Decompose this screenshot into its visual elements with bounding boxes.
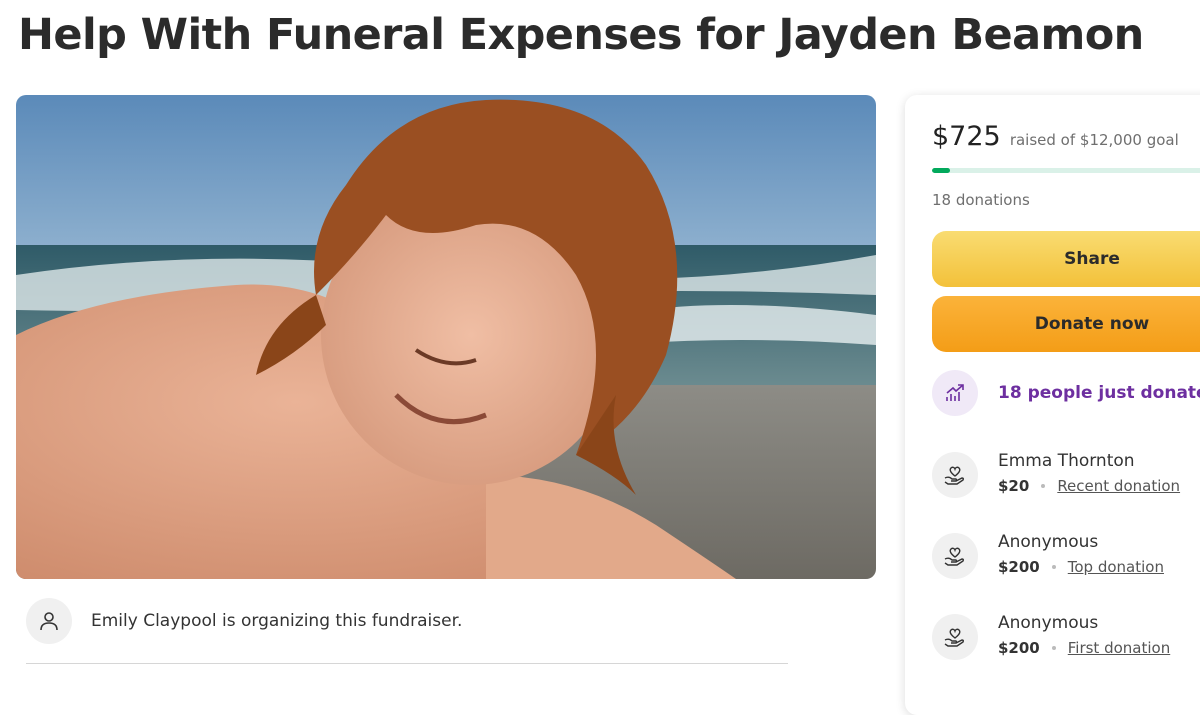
user-icon	[26, 598, 72, 644]
organizer-row: Emily Claypool is organizing this fundra…	[26, 598, 462, 644]
donations-count: 18 donations	[932, 191, 1030, 209]
separator-dot	[1051, 565, 1056, 569]
separator-dot	[1041, 484, 1046, 488]
donate-button-label: Donate now	[1034, 314, 1150, 334]
heart-hand-icon	[932, 533, 978, 579]
donation-item: Emma Thornton $20 Recent donation	[932, 450, 1180, 498]
page-title: Help With Funeral Expenses for Jayden Be…	[18, 10, 1144, 60]
recent-donation-link[interactable]: Recent donation	[1057, 477, 1180, 495]
amount-raised: $725	[932, 121, 1001, 152]
progress-bar	[932, 168, 1200, 173]
trending-up-icon	[932, 370, 978, 416]
first-donation-link[interactable]: First donation	[1068, 639, 1170, 657]
organizer-text: Emily Claypool is organizing this fundra…	[91, 611, 463, 631]
progress-fill	[932, 168, 950, 173]
donor-name: Anonymous	[998, 613, 1099, 633]
donation-panel: $725 raised of $12,000 goal 18 donations…	[905, 95, 1200, 715]
separator-dot	[1051, 646, 1056, 650]
top-donation-link[interactable]: Top donation	[1068, 558, 1164, 576]
donation-amount: $200	[998, 558, 1040, 576]
share-button-label: Share	[1064, 249, 1120, 269]
recent-activity: 18 people just donated	[932, 370, 1200, 416]
donate-button[interactable]: Donate now	[932, 296, 1200, 352]
campaign-photo-image	[16, 95, 876, 579]
donor-name: Anonymous	[998, 532, 1099, 552]
share-button[interactable]: Share	[932, 231, 1200, 287]
donation-item: Anonymous $200 Top donation	[932, 531, 1164, 579]
donation-amount: $200	[998, 639, 1040, 657]
heart-hand-icon	[932, 452, 978, 498]
donor-name: Emma Thornton	[998, 451, 1135, 471]
donation-amount: $20	[998, 477, 1030, 495]
divider	[26, 663, 788, 664]
donation-item: Anonymous $200 First donation	[932, 612, 1170, 660]
campaign-photo[interactable]	[16, 95, 876, 579]
recent-activity-text: 18 people just donated	[998, 383, 1200, 403]
goal-text: raised of $12,000 goal	[1009, 131, 1179, 149]
amount-row: $725 raised of $12,000 goal	[932, 121, 1179, 152]
heart-hand-icon	[932, 614, 978, 660]
